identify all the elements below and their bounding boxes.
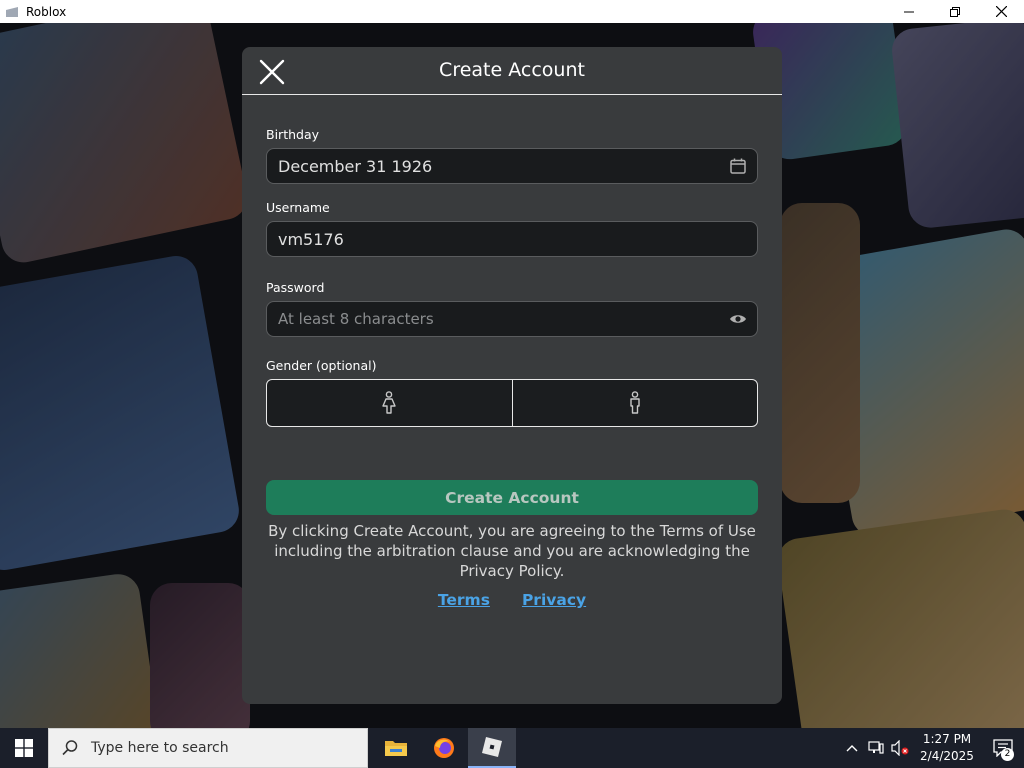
password-label: Password: [266, 280, 325, 295]
roblox-app-icon: [4, 4, 20, 20]
clock-date: 2/4/2025: [920, 749, 974, 763]
windows-icon: [15, 739, 33, 757]
legal-links: Terms Privacy: [242, 591, 782, 609]
notification-count-badge: 2: [1001, 748, 1014, 761]
birthday-value: December 31 1926: [278, 156, 433, 176]
taskbar-file-explorer[interactable]: [372, 728, 420, 768]
male-icon: [630, 391, 640, 414]
taskbar-clock[interactable]: 1:27 PM 2/4/2025: [912, 731, 982, 765]
taskbar-search[interactable]: Type here to search: [48, 728, 368, 768]
legal-text: By clicking Create Account, you are agre…: [268, 522, 756, 580]
roblox-icon: [482, 737, 502, 757]
restore-button[interactable]: [932, 0, 978, 23]
clock-time: 1:27 PM: [922, 732, 972, 746]
network-icon: [868, 741, 884, 754]
username-value: vm5176: [278, 229, 344, 249]
birthday-field[interactable]: December 31 1926: [266, 148, 758, 184]
folder-icon: [385, 741, 407, 756]
privacy-link[interactable]: Privacy: [522, 591, 586, 609]
network-button[interactable]: [864, 728, 888, 768]
gender-option-male[interactable]: [511, 380, 758, 426]
taskbar: Type here to search 1:27 PM 2/4/2025 2: [0, 728, 1024, 768]
calendar-icon[interactable]: [729, 157, 747, 175]
create-account-button[interactable]: Create Account: [266, 480, 758, 515]
search-placeholder: Type here to search: [91, 740, 229, 756]
female-icon: [382, 391, 396, 414]
modal-header: Create Account: [242, 47, 782, 95]
volume-muted-icon: [891, 740, 909, 756]
username-field[interactable]: vm5176: [266, 221, 758, 257]
volume-button[interactable]: [888, 728, 912, 768]
notifications-button[interactable]: 2: [982, 728, 1024, 768]
minimize-button[interactable]: [886, 0, 932, 23]
create-account-modal: Create Account Birthday December 31 1926…: [242, 47, 782, 704]
password-field[interactable]: [266, 301, 758, 337]
show-password-icon[interactable]: [729, 310, 747, 328]
modal-title: Create Account: [439, 59, 585, 81]
gender-selector: [266, 379, 758, 427]
start-button[interactable]: [0, 728, 48, 768]
close-window-button[interactable]: [978, 0, 1024, 23]
tray-overflow-button[interactable]: [840, 728, 864, 768]
system-tray: 1:27 PM 2/4/2025 2: [840, 728, 1024, 768]
search-icon: [62, 740, 78, 756]
password-input[interactable]: [278, 310, 718, 328]
chevron-up-icon: [846, 745, 858, 752]
window-titlebar: Roblox: [0, 0, 1024, 23]
gender-option-female[interactable]: [267, 380, 512, 426]
birthday-label: Birthday: [266, 127, 320, 142]
taskbar-roblox[interactable]: [468, 728, 516, 768]
username-label: Username: [266, 200, 330, 215]
taskbar-firefox[interactable]: [420, 728, 468, 768]
terms-link[interactable]: Terms: [438, 591, 490, 609]
gender-label: Gender (optional): [266, 358, 377, 373]
firefox-icon: [434, 738, 454, 758]
window-title: Roblox: [26, 4, 67, 19]
